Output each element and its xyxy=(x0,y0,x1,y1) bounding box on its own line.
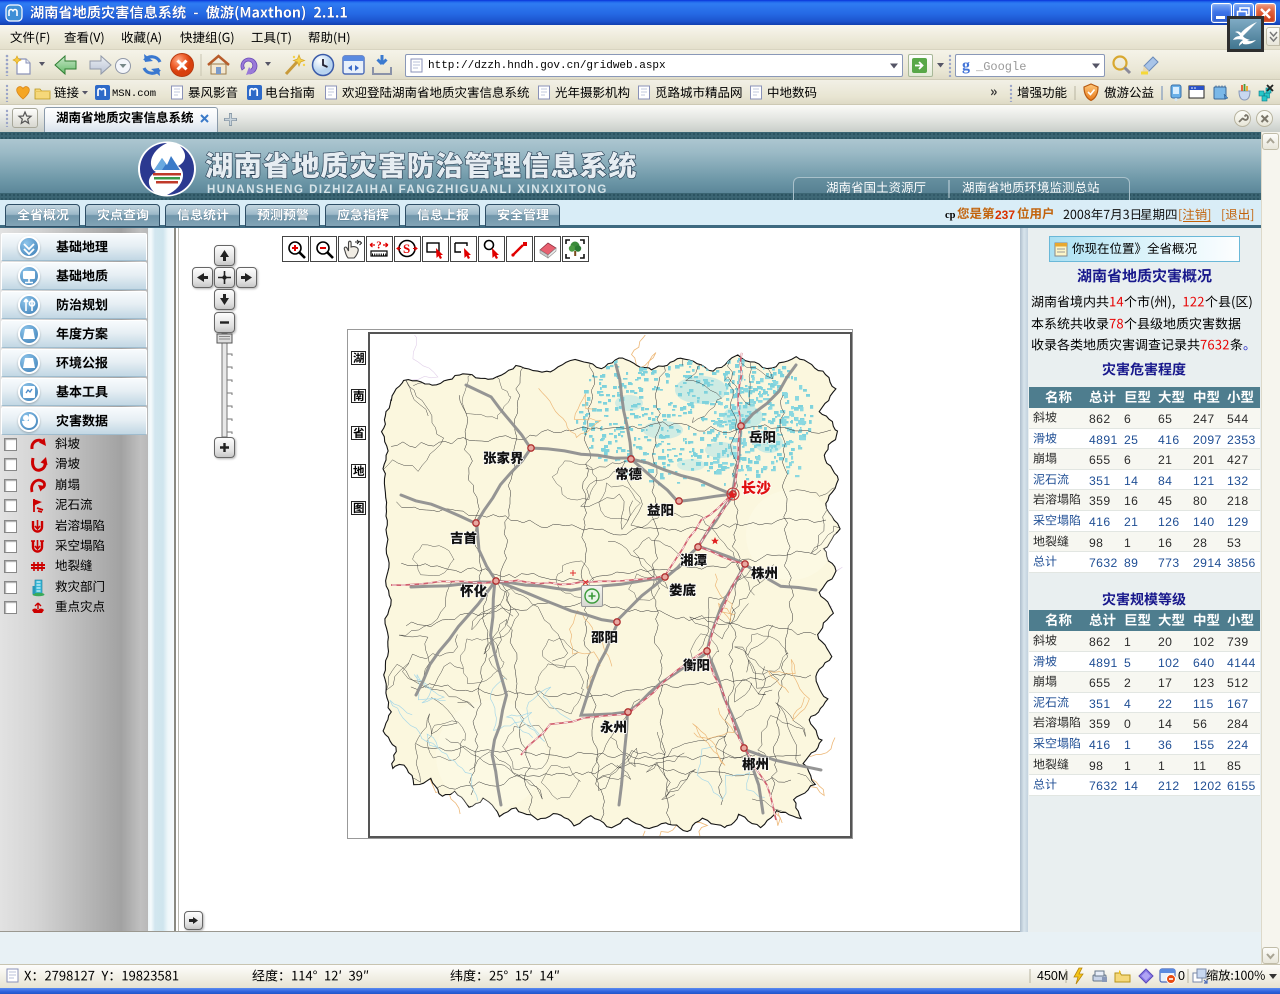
svg-text:S: S xyxy=(403,241,410,256)
svg-text:?: ? xyxy=(376,240,382,252)
